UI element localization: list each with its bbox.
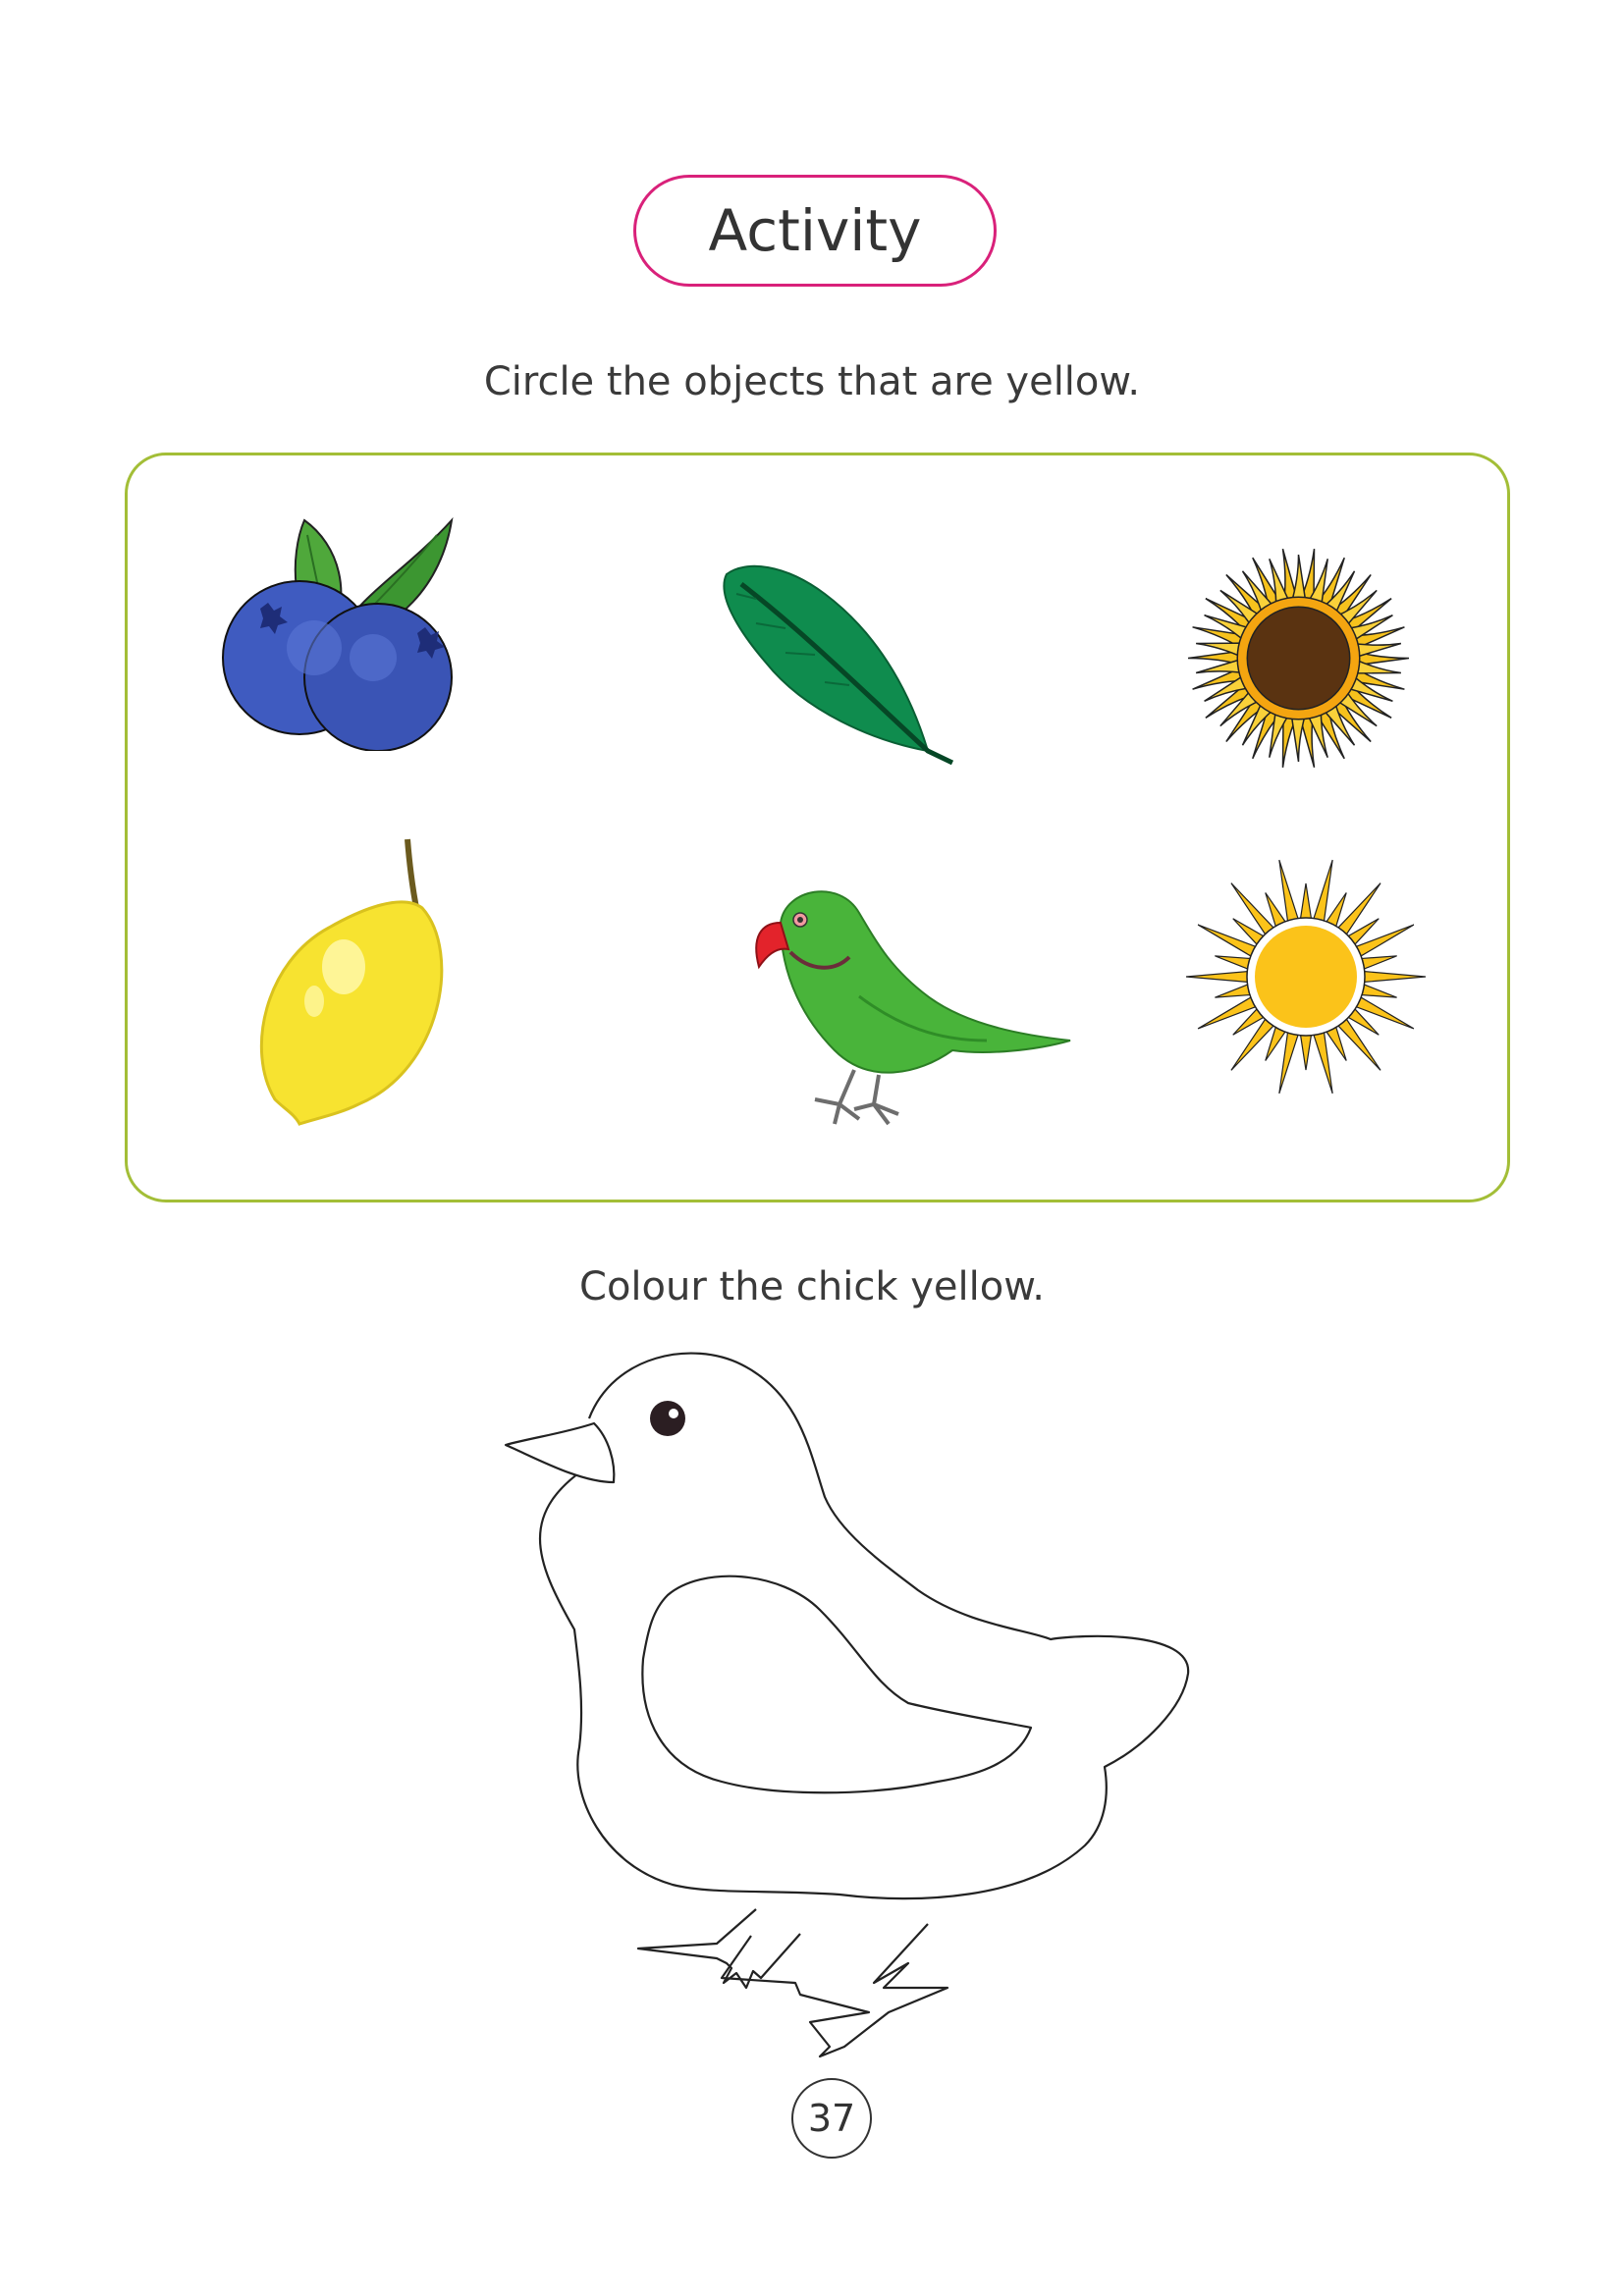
sun-ray [1313, 1032, 1333, 1095]
instruction-circle-yellow: Circle the objects that are yellow. [483, 359, 1141, 404]
sun-ray [1361, 984, 1397, 998]
sun-ray [1337, 882, 1381, 935]
sun-ray [1299, 1035, 1313, 1071]
lemon-image[interactable] [250, 834, 447, 1129]
sun-ray [1313, 859, 1333, 922]
sun-ray [1299, 882, 1313, 919]
sun-ray [1265, 1026, 1286, 1061]
sun-ray [1230, 1018, 1274, 1071]
sun-ray [1230, 882, 1274, 935]
activity-title-pill: Activity [633, 175, 997, 287]
page-title: Activity [708, 197, 922, 264]
instruction-colour-chick: Colour the chick yellow. [579, 1264, 1045, 1309]
sun-ray [1278, 859, 1299, 922]
chick-outline-image[interactable] [496, 1335, 1203, 2071]
sun-ray [1215, 955, 1251, 970]
leaf-image[interactable] [723, 564, 954, 766]
sun-ray [1361, 955, 1397, 970]
page-number: 37 [791, 2078, 872, 2159]
sun-ray [1326, 1026, 1347, 1061]
sun-ray [1326, 892, 1347, 928]
sunflower-image[interactable] [1183, 543, 1414, 774]
sun-ray [1215, 984, 1251, 998]
sun-ray [1265, 892, 1286, 928]
sun-ray [1364, 970, 1427, 984]
parrot-image[interactable] [741, 879, 1075, 1134]
sun-ray [1185, 970, 1248, 984]
blueberries-image[interactable] [221, 515, 466, 751]
sun-image[interactable] [1183, 854, 1429, 1099]
sun-ray [1337, 1018, 1381, 1071]
sun-ray [1278, 1032, 1299, 1095]
